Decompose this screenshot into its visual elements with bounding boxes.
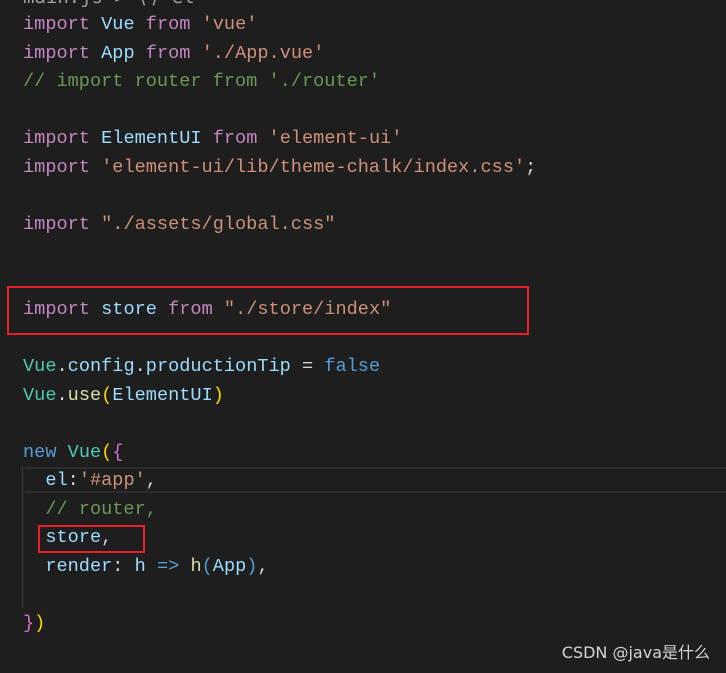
code-token-string: '#app' xyxy=(78,470,146,491)
code-line[interactable]: new Vue({ xyxy=(23,439,536,468)
code-token-variable: config xyxy=(67,356,135,377)
code-token-keyword: import xyxy=(23,42,90,64)
code-line[interactable]: }) xyxy=(23,610,536,639)
code-token-plain: , xyxy=(257,555,269,577)
code-token-bracket1: ) xyxy=(34,612,46,634)
code-line[interactable]: render: h => h(App), xyxy=(23,553,536,582)
code-line[interactable] xyxy=(23,239,536,268)
code-line[interactable]: el:'#app', xyxy=(23,467,536,496)
code-token-string: 'element-ui' xyxy=(268,128,403,149)
code-token-variable: render xyxy=(23,555,113,577)
code-token-class: Vue xyxy=(23,384,57,406)
code-token-plain: = xyxy=(290,356,325,377)
code-token-variable: ElementUI xyxy=(101,128,202,149)
code-token-class: Vue xyxy=(23,356,57,377)
code-token-plain: . xyxy=(134,356,146,377)
code-token-storage: => xyxy=(156,555,180,577)
code-token-keyword: import xyxy=(23,213,90,235)
code-token-string: "./assets/global.css" xyxy=(101,213,336,235)
code-token-storage: ) xyxy=(246,555,258,577)
code-line[interactable]: // router, xyxy=(23,496,536,525)
code-token-plain: . xyxy=(56,384,68,406)
code-token-variable: h xyxy=(134,555,146,577)
code-token-comment: // router, xyxy=(23,498,157,520)
code-token-plain: ; xyxy=(525,156,537,178)
code-line[interactable]: import App from './App.vue' xyxy=(23,40,536,69)
code-line[interactable] xyxy=(23,581,536,610)
code-token-variable: App xyxy=(101,42,135,64)
code-token-comment: // import router from './router' xyxy=(23,71,381,92)
code-token-keyword: from xyxy=(145,14,191,35)
code-token-function: use xyxy=(67,384,102,406)
code-token-bracket2: } xyxy=(23,612,35,634)
code-line[interactable]: Vue.use(ElementUI) xyxy=(23,382,536,411)
code-line[interactable] xyxy=(23,182,536,211)
code-line[interactable] xyxy=(23,410,536,439)
highlight-box-import-store xyxy=(7,286,529,335)
code-token-storage: ( xyxy=(201,555,213,577)
code-token-variable: productionTip xyxy=(145,356,291,377)
code-line[interactable] xyxy=(23,97,536,126)
code-token-bracket1: ) xyxy=(212,384,224,406)
code-token-plain: : xyxy=(67,470,79,491)
code-token-string: 'vue' xyxy=(201,14,258,35)
code-line[interactable]: // import router from './router' xyxy=(23,68,536,97)
code-token-plain: , xyxy=(145,470,157,491)
code-token-bracket2: { xyxy=(112,441,124,463)
code-token-storage: false xyxy=(324,356,381,377)
code-token-string: './App.vue' xyxy=(201,42,325,64)
code-token-plain: . xyxy=(56,356,68,377)
code-token-storage: new xyxy=(23,441,57,463)
code-line[interactable]: import ElementUI from 'element-ui' xyxy=(23,125,536,154)
code-token-keyword: import xyxy=(23,128,90,149)
code-token-variable: ElementUI xyxy=(112,384,213,406)
code-token-function: h xyxy=(190,555,202,577)
code-line[interactable]: import Vue from 'vue' xyxy=(23,11,536,40)
breadcrumb[interactable]: main.js > ⟨⟩ el xyxy=(23,0,195,8)
code-token-variable: App xyxy=(212,555,247,577)
code-token-keyword: import xyxy=(23,14,90,35)
watermark: CSDN @java是什么 xyxy=(561,643,710,662)
code-token-variable: el xyxy=(23,470,68,491)
code-token-keyword: import xyxy=(23,156,90,178)
code-token-variable: Vue xyxy=(101,14,135,35)
code-token-keyword: from xyxy=(145,42,191,64)
code-token-plain: : xyxy=(112,555,135,577)
code-token-class: Vue xyxy=(67,441,102,463)
code-line[interactable]: import 'element-ui/lib/theme-chalk/index… xyxy=(23,154,536,183)
code-token-bracket1: ( xyxy=(101,384,113,406)
code-line[interactable]: Vue.config.productionTip = false xyxy=(23,353,536,382)
code-token-bracket1: ( xyxy=(101,441,113,463)
code-token-string: 'element-ui/lib/theme-chalk/index.css' xyxy=(101,156,526,178)
highlight-box-store-option xyxy=(38,525,145,553)
code-token-keyword: from xyxy=(212,128,258,149)
code-line[interactable]: import "./assets/global.css" xyxy=(23,211,536,240)
